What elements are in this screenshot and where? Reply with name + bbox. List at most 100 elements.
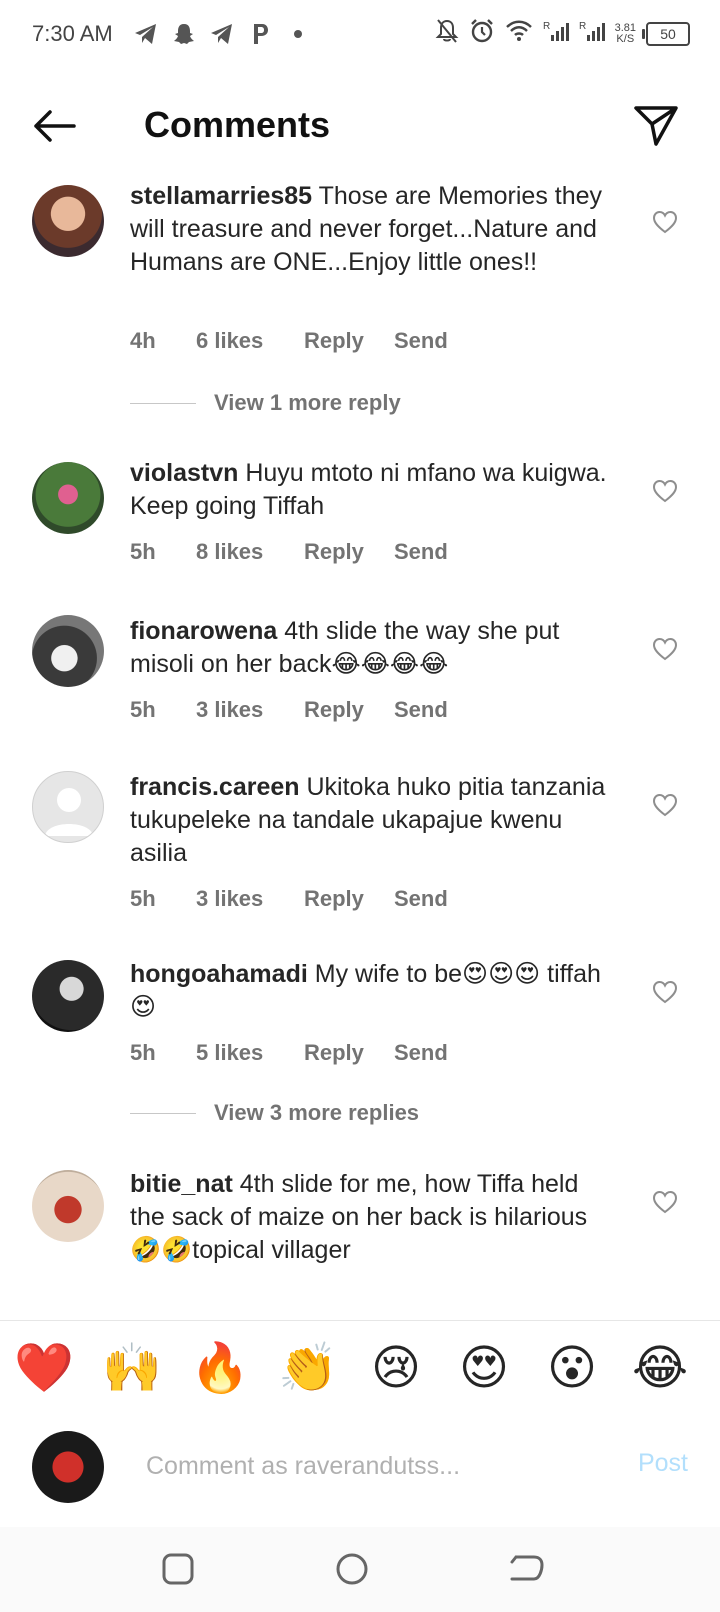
circle-icon xyxy=(336,1553,368,1585)
reply-button[interactable]: Reply xyxy=(304,886,394,912)
send-icon xyxy=(634,106,678,146)
view-more-label: View 3 more replies xyxy=(214,1100,420,1125)
comment-meta: 5h 3 likes Reply Send xyxy=(130,697,448,723)
comment-input[interactable] xyxy=(144,1445,588,1487)
comment-username[interactable]: violastvn xyxy=(130,459,238,487)
notification-icons xyxy=(132,20,312,48)
comment-text: stellamarries85 Those are Memories they … xyxy=(130,180,610,279)
post-button[interactable]: Post xyxy=(638,1449,688,1478)
network-speed-value: 3.81 xyxy=(614,21,636,34)
share-button[interactable] xyxy=(632,102,680,150)
signal-icon: R xyxy=(543,19,569,48)
bell-off-icon xyxy=(435,18,459,49)
comment-time: 5h xyxy=(130,1040,156,1065)
avatar[interactable] xyxy=(32,615,104,687)
comment-text: francis.careen Ukitoka huko pitia tanzan… xyxy=(130,771,610,870)
arrow-left-icon xyxy=(34,110,76,142)
send-button[interactable]: Send xyxy=(394,539,448,565)
emoji-surprised-button[interactable]: 😮 xyxy=(542,1339,602,1399)
status-time: 7:30 AM xyxy=(32,21,113,46)
comment-username[interactable]: francis.careen xyxy=(130,773,300,801)
heart-icon[interactable] xyxy=(652,210,678,234)
comments-list[interactable]: stellamarries85 Those are Memories they … xyxy=(0,175,720,1320)
comment-username[interactable]: stellamarries85 xyxy=(130,182,312,210)
heart-icon[interactable] xyxy=(652,793,678,817)
emoji-heart-eyes-button[interactable]: 😍 xyxy=(454,1339,514,1399)
divider xyxy=(130,1112,196,1114)
heart-icon[interactable] xyxy=(652,479,678,503)
emoji-crying-button[interactable]: 😢 xyxy=(366,1339,426,1399)
avatar[interactable] xyxy=(32,462,104,534)
avatar[interactable] xyxy=(32,185,104,257)
emoji-clap-button[interactable]: 👏 xyxy=(278,1339,338,1399)
avatar[interactable] xyxy=(32,1170,104,1242)
pinterest-icon xyxy=(246,20,274,48)
reply-button[interactable]: Reply xyxy=(304,697,394,723)
page-title: Comments xyxy=(144,104,331,145)
reply-button[interactable]: Reply xyxy=(304,539,394,565)
send-button[interactable]: Send xyxy=(394,1040,448,1066)
comment-text: violastvn Huyu mtoto ni mfano wa kuigwa.… xyxy=(130,457,610,523)
avatar[interactable] xyxy=(32,771,104,843)
emoji-fire-button[interactable]: 🔥 xyxy=(190,1339,250,1399)
comment-likes[interactable]: 8 likes xyxy=(196,539,304,565)
comment-meta: 5h 8 likes Reply Send xyxy=(130,539,448,565)
square-icon xyxy=(162,1553,194,1585)
network-speed: 3.81 K/S xyxy=(614,21,636,45)
avatar xyxy=(32,1431,104,1503)
comment-likes[interactable]: 3 likes xyxy=(196,697,304,723)
comment-composer: Post xyxy=(0,1417,720,1527)
comment-meta: 5h 3 likes Reply Send xyxy=(130,886,448,912)
view-more-label: View 1 more reply xyxy=(214,390,401,415)
view-more-replies[interactable]: View 3 more replies xyxy=(130,1100,419,1126)
back-nav-button[interactable] xyxy=(506,1549,546,1589)
telegram-icon xyxy=(208,20,236,48)
back-button[interactable] xyxy=(30,106,78,146)
system-nav-bar xyxy=(0,1527,720,1612)
comment-meta: 5h 5 likes Reply Send xyxy=(130,1040,448,1066)
send-button[interactable]: Send xyxy=(394,886,448,912)
comment-likes[interactable]: 6 likes xyxy=(196,328,304,354)
emoji-raised-hands-button[interactable]: 🙌 xyxy=(102,1339,162,1399)
network-speed-unit: K/S xyxy=(616,32,635,45)
reply-button[interactable]: Reply xyxy=(304,1040,394,1066)
wifi-icon xyxy=(505,19,533,48)
emoji-quick-bar: ❤️ 🙌 🔥 👏 😢 😍 😮 😂 xyxy=(0,1320,720,1418)
divider xyxy=(130,402,196,404)
comment-username[interactable]: fionarowena xyxy=(130,617,277,645)
comment-username[interactable]: bitie_nat xyxy=(130,1170,233,1198)
comment-time: 5h xyxy=(130,886,156,911)
comment-time: 5h xyxy=(130,539,156,564)
heart-icon[interactable] xyxy=(652,637,678,661)
header: Comments xyxy=(0,90,720,162)
send-button[interactable]: Send xyxy=(394,697,448,723)
emoji-heart-button[interactable]: ❤️ xyxy=(14,1339,74,1399)
home-button[interactable] xyxy=(332,1549,372,1589)
default-avatar-icon xyxy=(45,788,93,836)
comment-likes[interactable]: 3 likes xyxy=(196,886,304,912)
avatar[interactable] xyxy=(32,960,104,1032)
reply-button[interactable]: Reply xyxy=(304,328,394,354)
battery-indicator: 50 xyxy=(642,21,690,46)
recent-apps-button[interactable] xyxy=(158,1549,198,1589)
comment-time: 4h xyxy=(130,328,156,353)
signal-icon: R xyxy=(579,19,605,48)
view-more-replies[interactable]: View 1 more reply xyxy=(130,390,401,416)
heart-icon[interactable] xyxy=(652,1190,678,1214)
comment-time: 5h xyxy=(130,697,156,722)
back-arrow-icon xyxy=(510,1555,544,1581)
heart-icon[interactable] xyxy=(652,980,678,1004)
telegram-icon xyxy=(132,20,160,48)
system-status-icons: R R 3.81 K/S 50 xyxy=(435,18,690,49)
dot-icon xyxy=(284,20,312,48)
comment-text: hongoahamadi My wife to be😍😍😍 tiffah😍 xyxy=(130,958,610,1024)
comment-likes[interactable]: 5 likes xyxy=(196,1040,304,1066)
emoji-laughing-button[interactable]: 😂 xyxy=(630,1339,690,1399)
snapchat-icon xyxy=(170,20,198,48)
comment-text: fionarowena 4th slide the way she put mi… xyxy=(130,615,610,681)
comment-meta: 4h 6 likes Reply Send xyxy=(130,328,448,354)
status-bar: 7:30 AM R R 3.81 K/S 50 xyxy=(0,0,720,72)
comment-text: bitie_nat 4th slide for me, how Tiffa he… xyxy=(130,1168,610,1267)
comment-username[interactable]: hongoahamadi xyxy=(130,960,308,988)
send-button[interactable]: Send xyxy=(394,328,448,354)
